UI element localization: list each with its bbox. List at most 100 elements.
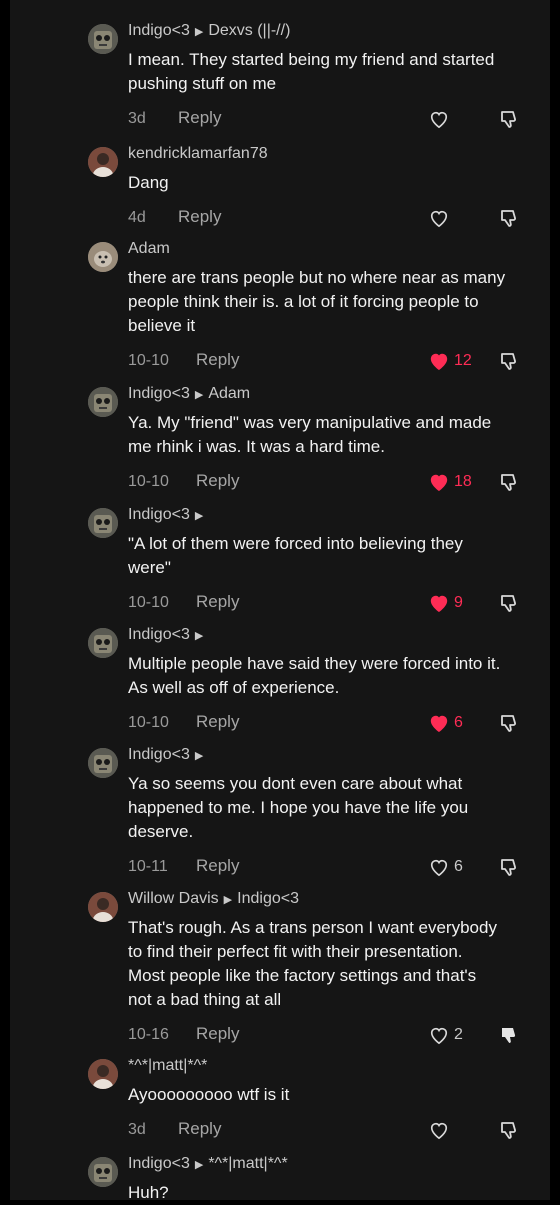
comment-author-line[interactable]: Indigo<3 ▶ (128, 626, 208, 644)
comment-text-line: Huh? (128, 1183, 169, 1202)
comment-author-line[interactable]: Indigo<3 ▶ (128, 506, 208, 524)
reply-button[interactable]: Reply (178, 1119, 221, 1139)
reply-arrow-icon: ▶ (194, 26, 204, 38)
dislike-icon[interactable] (498, 712, 520, 734)
comment-author[interactable]: Indigo<3 (128, 506, 190, 523)
reply-arrow-icon: ▶ (194, 510, 204, 522)
reply-arrow-icon: ▶ (223, 894, 233, 906)
comment-text-line: were" (128, 558, 171, 577)
reply-button[interactable]: Reply (196, 592, 239, 612)
comment-text-line: pushing stuff on me (128, 74, 277, 93)
comment-text-line: to find their perfect fit with their pre… (128, 942, 463, 961)
robot-avatar[interactable] (88, 1157, 118, 1187)
dislike-icon[interactable] (498, 592, 520, 614)
dog-avatar[interactable] (88, 242, 118, 272)
comment-author-line[interactable]: Willow Davis ▶ Indigo<3 (128, 890, 299, 908)
comments-panel: Indigo<3 ▶ Dexvs (||-//) I mean. They start… (10, 0, 550, 1202)
comment-author[interactable]: Willow Davis (128, 890, 219, 907)
comment-timestamp: 10-16 (128, 1026, 169, 1043)
comment-author[interactable]: Indigo<3 (128, 746, 190, 763)
comment-thread: Indigo<3 ▶ Dexvs (||-//) I mean. They start… (0, 0, 560, 1202)
comment-author-line[interactable]: Indigo<3 ▶ Adam (128, 385, 250, 403)
person-avatar[interactable] (88, 147, 118, 177)
comment-timestamp: 3d (128, 1121, 146, 1138)
comment-author-line[interactable]: kendricklamarfan78 (128, 145, 268, 163)
comment-timestamp: 10-10 (128, 594, 169, 611)
comment-timestamp: 3d (128, 110, 146, 127)
comment-author-line[interactable]: Adam (128, 240, 170, 258)
dislike-icon[interactable] (498, 471, 520, 493)
like-button[interactable] (428, 108, 450, 130)
like-count: 6 (454, 714, 463, 731)
comment-text-line: That's rough. As a trans person I want e… (128, 918, 497, 937)
heart-icon (428, 351, 450, 371)
like-button[interactable]: 2 (428, 1024, 463, 1046)
comment-author[interactable]: Indigo<3 (128, 385, 190, 402)
heart-icon (428, 109, 450, 129)
reply-to-author[interactable]: Adam (208, 385, 250, 402)
heart-icon (428, 713, 450, 733)
reply-button[interactable]: Reply (196, 712, 239, 732)
dislike-icon[interactable] (498, 108, 520, 130)
comment-author[interactable]: Indigo<3 (128, 626, 190, 643)
like-button[interactable]: 6 (428, 856, 463, 878)
comment-timestamp: 10-10 (128, 352, 169, 369)
robot-avatar[interactable] (88, 748, 118, 778)
comment-text-line: me rhink i was. It was a hard time. (128, 437, 385, 456)
reply-button[interactable]: Reply (196, 1024, 239, 1044)
comment-timestamp: 10-10 (128, 714, 169, 731)
robot-avatar[interactable] (88, 24, 118, 54)
reply-to-author[interactable]: *^*|matt|*^* (208, 1155, 287, 1172)
heart-icon (428, 208, 450, 228)
comment-author-line[interactable]: *^*|matt|*^* (128, 1057, 207, 1075)
like-button[interactable] (428, 207, 450, 229)
reply-button[interactable]: Reply (196, 350, 239, 370)
dislike-icon[interactable] (498, 207, 520, 229)
reply-arrow-icon: ▶ (194, 1159, 204, 1171)
like-count: 12 (454, 352, 472, 369)
comment-text-line: "A lot of them were forced into believin… (128, 534, 463, 553)
heart-icon (428, 472, 450, 492)
like-button[interactable]: 6 (428, 712, 463, 734)
comment-text-line: Ya so seems you dont even care about wha… (128, 774, 463, 793)
heart-icon (428, 593, 450, 613)
reply-button[interactable]: Reply (178, 108, 221, 128)
like-button[interactable]: 12 (428, 350, 472, 372)
comment-author[interactable]: *^*|matt|*^* (128, 1057, 207, 1074)
comment-author[interactable]: Indigo<3 (128, 1155, 190, 1172)
reply-to-author[interactable]: Indigo<3 (237, 890, 299, 907)
comment-text-line: Ayooooooooo wtf is it (128, 1085, 290, 1104)
comment-author-line[interactable]: Indigo<3 ▶ *^*|matt|*^* (128, 1155, 288, 1173)
dislike-icon[interactable] (498, 1119, 520, 1141)
robot-avatar[interactable] (88, 387, 118, 417)
person-avatar[interactable] (88, 892, 118, 922)
like-button[interactable] (428, 1119, 450, 1141)
heart-icon (428, 1120, 450, 1140)
robot-avatar[interactable] (88, 628, 118, 658)
reply-arrow-icon: ▶ (194, 630, 204, 642)
comment-author-line[interactable]: Indigo<3 ▶ Dexvs (||-//) (128, 22, 290, 40)
like-button[interactable]: 18 (428, 471, 472, 493)
comment-author[interactable]: Indigo<3 (128, 22, 190, 39)
reply-button[interactable]: Reply (196, 471, 239, 491)
comment-text-line: Dang (128, 173, 169, 192)
robot-avatar[interactable] (88, 508, 118, 538)
dislike-icon[interactable] (498, 350, 520, 372)
heart-icon (428, 1025, 450, 1045)
like-count: 2 (454, 1026, 463, 1043)
dislike-icon[interactable] (498, 856, 520, 878)
reply-button[interactable]: Reply (196, 856, 239, 876)
like-count: 9 (454, 594, 463, 611)
like-count: 6 (454, 858, 463, 875)
reply-to-author[interactable]: Dexvs (||-//) (208, 22, 290, 39)
comment-text-line: believe it (128, 316, 196, 335)
person-avatar[interactable] (88, 1059, 118, 1089)
reply-button[interactable]: Reply (178, 207, 221, 227)
dislike-icon[interactable] (498, 1024, 520, 1046)
comment-author[interactable]: kendricklamarfan78 (128, 145, 268, 162)
comment-text-line: happened to me. I hope you have the life… (128, 798, 469, 817)
comment-author-line[interactable]: Indigo<3 ▶ (128, 746, 208, 764)
comment-text-line: As well as off of experience. (128, 678, 340, 697)
like-button[interactable]: 9 (428, 592, 463, 614)
comment-author[interactable]: Adam (128, 240, 170, 257)
